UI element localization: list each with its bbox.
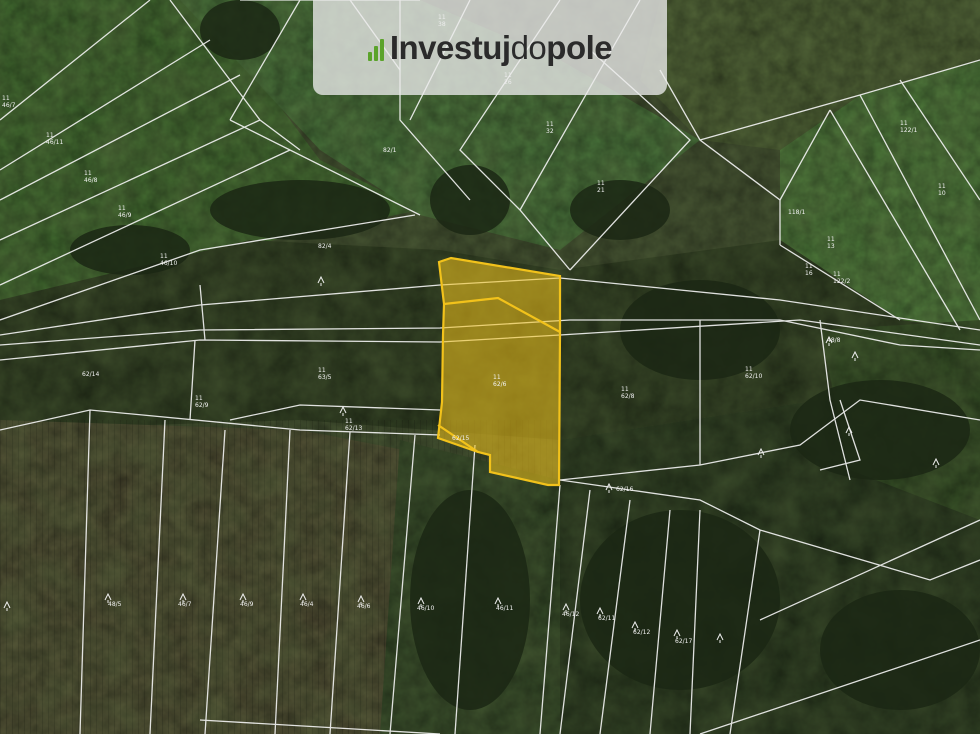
brand-part-3: pole xyxy=(546,28,613,66)
brand-logo: Investujdopole xyxy=(313,0,667,95)
parcel-number-label: 46/10 xyxy=(417,605,434,612)
parcel-number-label: 46/6 xyxy=(357,603,371,610)
parcel-number-label: 82/4 xyxy=(318,243,332,250)
parcel-number-label: 46/9 xyxy=(240,601,254,608)
parcel-number-label: 46/12 xyxy=(562,611,579,618)
parcel-number-label: 11 16 xyxy=(805,263,813,277)
brand-name: Investujdopole xyxy=(389,28,613,67)
parcel-number-label: 62/16 xyxy=(616,486,633,493)
parcel-number-label: 11 10 xyxy=(938,183,946,197)
brand-part-2: do xyxy=(510,28,547,66)
parcel-number-label: 46/4 xyxy=(300,601,314,608)
parcel-number-label: 62/15 xyxy=(452,435,469,442)
parcel-number-label: 11 13 xyxy=(827,236,835,250)
parcel-number-label: 11 32 xyxy=(546,121,554,135)
parcel-number-label: 48/8 xyxy=(827,337,841,344)
parcel-number-label: 11 21 xyxy=(597,180,605,194)
bar-chart-icon xyxy=(367,35,384,61)
parcel-number-label: 48/5 xyxy=(108,601,122,608)
parcel-number-label: 82/1 xyxy=(383,147,397,154)
parcel-number-label: 62/12 xyxy=(633,629,650,636)
brand-part-1: Investuj xyxy=(389,28,511,66)
parcel-number-label: 62/17 xyxy=(675,638,692,645)
cadastral-map[interactable]: 11 46/7 11 46/11 11 46/8 11 46/9 11 46/10 82/1 11 32… xyxy=(0,0,980,734)
parcel-number-label: 62/14 xyxy=(82,371,99,378)
parcel-number-label: 118/1 xyxy=(788,209,805,216)
parcel-number-label: 62/11 xyxy=(598,615,615,622)
aerial-photo: 11 46/711 46/1111 46/811 46/911 46/1082/111 32… xyxy=(0,0,980,734)
parcel-number-label: 46/11 xyxy=(496,605,513,612)
parcel-number-label: 46/7 xyxy=(178,601,192,608)
